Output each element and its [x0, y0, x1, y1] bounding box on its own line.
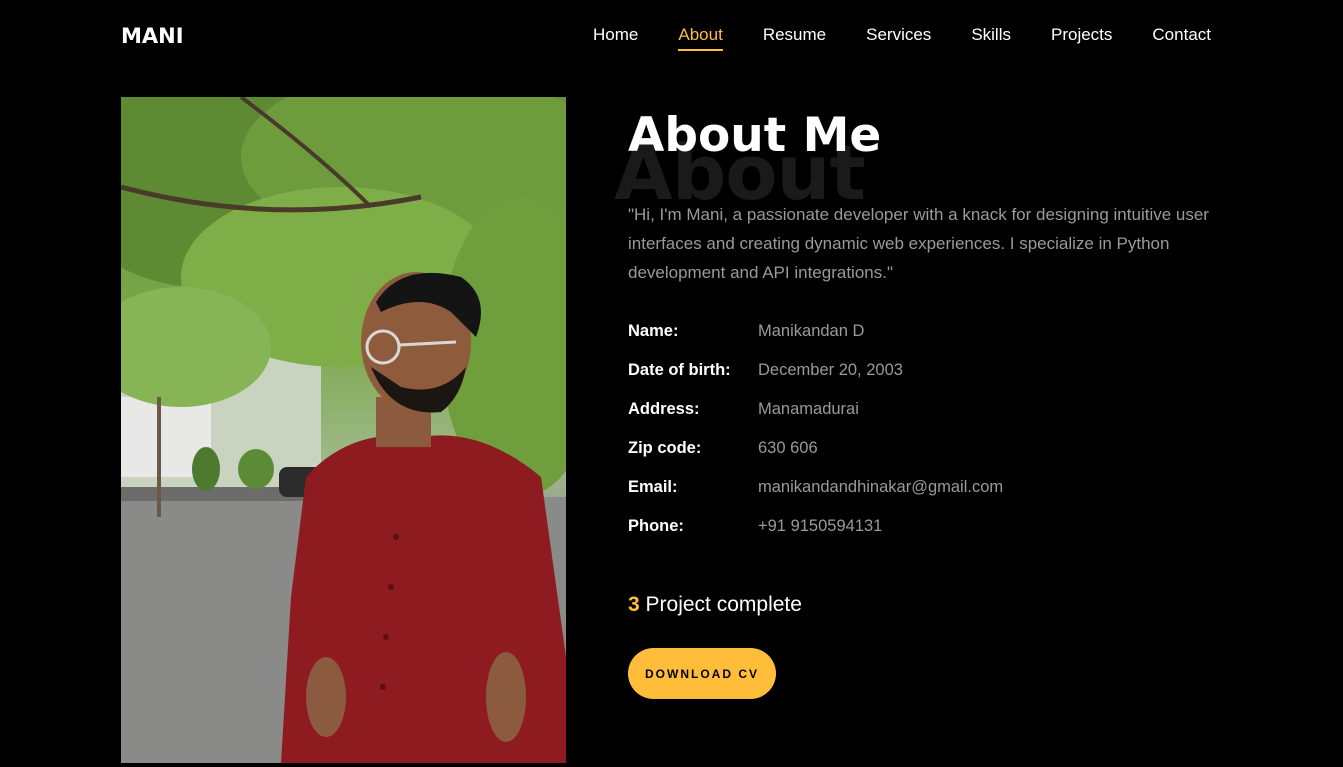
profile-photo	[121, 97, 566, 763]
nav-link-about[interactable]: About	[678, 25, 724, 51]
nav-link-resume[interactable]: Resume	[763, 25, 826, 51]
about-section: About About Me "Hi, I'm Mani, a passiona…	[614, 100, 1228, 699]
info-row-zip: Zip code: 630 606	[628, 439, 1228, 478]
nav-link-home[interactable]: Home	[593, 25, 638, 51]
info-row-phone: Phone: +91 9150594131	[628, 517, 1228, 556]
info-label: Email:	[628, 478, 678, 496]
nav-link-projects[interactable]: Projects	[1051, 25, 1112, 51]
project-count-label: Project complete	[639, 593, 802, 616]
info-label: Name:	[628, 322, 679, 340]
nav-link-contact[interactable]: Contact	[1152, 25, 1211, 51]
info-label: Zip code:	[628, 439, 702, 457]
info-value: Manamadurai	[758, 400, 859, 418]
project-count: 3	[628, 593, 640, 616]
info-list: Name: Manikandan D Date of birth: Decemb…	[628, 322, 1228, 556]
profile-photo-illustration	[121, 97, 566, 763]
project-counter: 3 Project complete	[628, 593, 802, 617]
info-label: Date of birth:	[628, 361, 731, 379]
bio-text: "Hi, I'm Mani, a passionate developer wi…	[628, 205, 1209, 282]
info-row-email: Email: manikandandhinakar@gmail.com	[628, 478, 1228, 517]
navbar: MANI Home About Resume Services Skills P…	[0, 0, 1343, 72]
info-label: Address:	[628, 400, 700, 418]
nav-link-skills[interactable]: Skills	[971, 25, 1011, 51]
download-cv-button[interactable]: DOWNLOAD CV	[628, 648, 776, 699]
info-label: Phone:	[628, 517, 684, 535]
nav-menu: Home About Resume Services Skills Projec…	[593, 25, 1211, 51]
heading-wrap: About About Me	[614, 100, 1228, 217]
info-value: manikandandhinakar@gmail.com	[758, 478, 1004, 496]
info-value: 630 606	[758, 439, 818, 457]
info-value: +91 9150594131	[758, 517, 883, 535]
info-row-dob: Date of birth: December 20, 2003	[628, 361, 1228, 400]
info-value: Manikandan D	[758, 322, 865, 340]
info-row-name: Name: Manikandan D	[628, 322, 1228, 361]
page-title: About Me	[628, 108, 882, 163]
nav-link-services[interactable]: Services	[866, 25, 931, 51]
info-row-address: Address: Manamadurai	[628, 400, 1228, 439]
brand-logo[interactable]: MANI	[121, 24, 184, 48]
info-value: December 20, 2003	[758, 361, 903, 379]
